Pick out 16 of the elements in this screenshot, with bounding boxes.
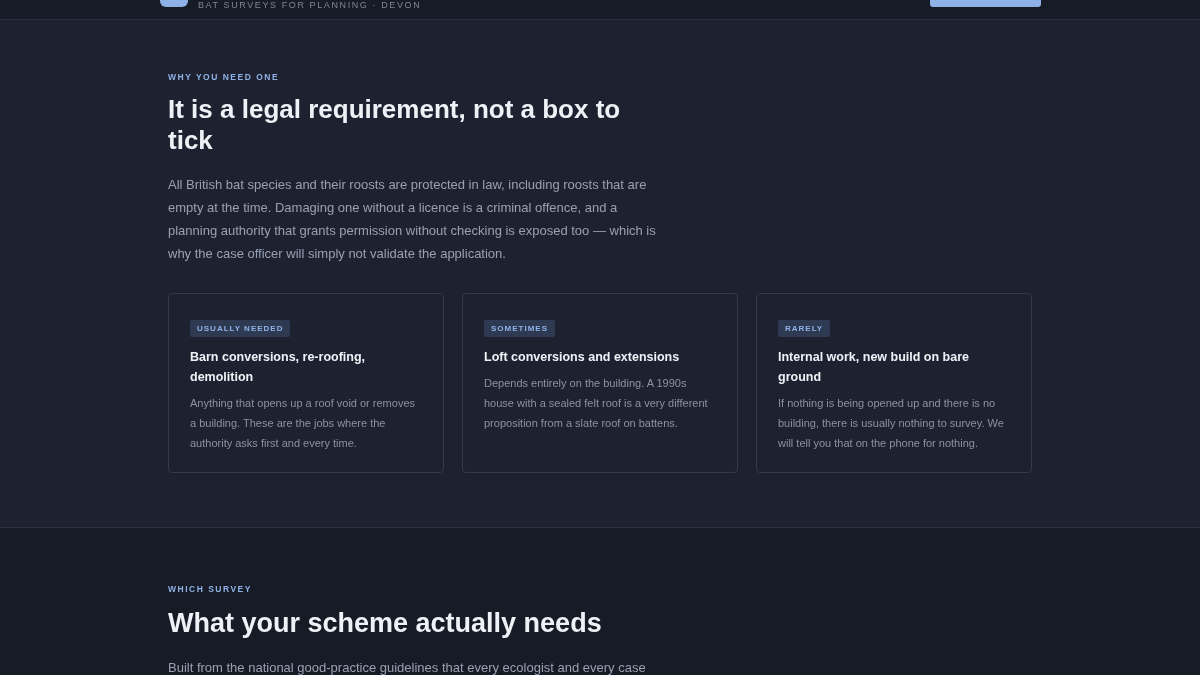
- section-eyebrow: WHICH SURVEY: [168, 584, 253, 594]
- card-text: Depends entirely on the building. A 1990s house with a sealed felt roof is a very different proposition from a slate roof on battens.: [484, 376, 709, 431]
- likelihood-tag: SOMETIMES: [484, 320, 555, 337]
- site-tagline: BAT SURVEYS FOR PLANNING · DEVON: [198, 0, 422, 11]
- card-title: Barn conversions, re-roofing, demolition: [190, 349, 367, 386]
- section-intro: All British bat species and their roosts are protected in law, including roosts that are empty at the time. Damaging one without a licence is a criminal offence, and a planning authority that grants permission without checking is exposed too — which is why the case officer will simply not validate the application.: [168, 176, 657, 263]
- section-heading: What your scheme actually needs: [168, 608, 603, 639]
- likelihood-tag: RARELY: [778, 320, 831, 337]
- section-intro: Built from the national good-practice guidelines that every ecologist and every case: [168, 659, 647, 675]
- card-text: If nothing is being opened up and there is no building, there is usually nothing to survey. We will tell you that on the phone for nothing.: [778, 396, 1005, 451]
- card-title: Internal work, new build on bare ground: [778, 349, 970, 386]
- section-eyebrow: WHY YOU NEED ONE: [168, 72, 281, 82]
- card-title: Loft conversions and extensions: [484, 349, 681, 366]
- likelihood-tag: USUALLY NEEDED: [190, 320, 291, 337]
- card-text: Anything that opens up a roof void or removes a building. These are the jobs where the authority asks first and every time.: [190, 396, 417, 451]
- section-heading: It is a legal requirement, not a box to tick: [168, 94, 622, 156]
